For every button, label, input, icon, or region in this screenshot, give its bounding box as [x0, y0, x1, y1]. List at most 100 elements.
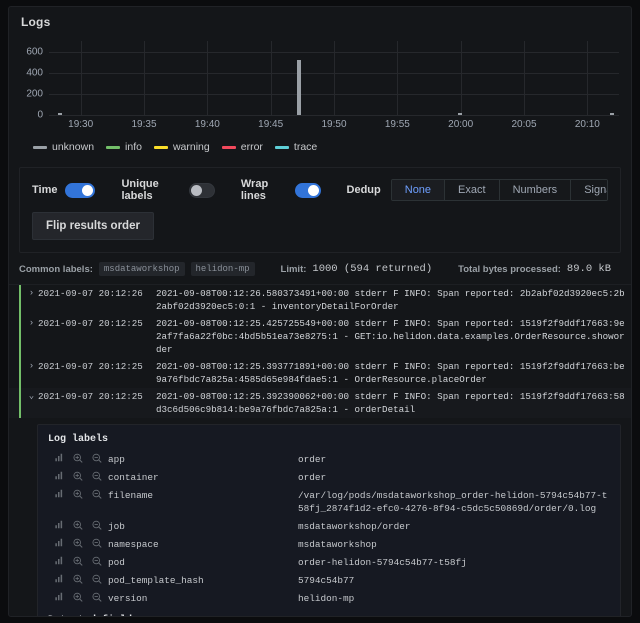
log-label-value: msdataworkshop	[298, 538, 610, 551]
stats-bar-icon[interactable]	[55, 520, 64, 529]
zoom-in-filter-for-icon[interactable]	[73, 471, 83, 481]
flip-results-order-button[interactable]: Flip results order	[32, 212, 154, 240]
zoom-in-filter-for-icon[interactable]	[73, 574, 83, 584]
log-row-message: 2021-09-08T00:12:25.393771891+00:00 stde…	[156, 360, 631, 386]
zoom-out-filter-out-icon[interactable]	[92, 556, 102, 566]
zoom-in-filter-for-icon[interactable]	[73, 556, 83, 566]
histogram-bar[interactable]	[297, 60, 301, 115]
wrap-lines-toggle[interactable]	[295, 183, 320, 198]
unique-labels-toggle-knob	[191, 185, 202, 196]
histogram-bar[interactable]	[458, 113, 462, 115]
log-label-row: filename/var/log/pods/msdataworkshop_ord…	[48, 486, 610, 517]
dedup-option-none[interactable]: None	[392, 180, 445, 200]
x-gridline	[81, 41, 82, 115]
log-label-key: namespace	[108, 538, 298, 551]
logs-panel: Logs 020040060019:3019:3519:4019:4519:50…	[8, 6, 632, 617]
log-row-expand-caret[interactable]: ⌄	[25, 390, 38, 416]
histogram-bar[interactable]	[610, 113, 614, 115]
stats-bar-icon[interactable]	[55, 471, 64, 480]
stats-bar-icon[interactable]	[55, 538, 64, 547]
option-dedup-label: Dedup	[347, 184, 381, 196]
legend-item-error[interactable]: error	[222, 141, 263, 153]
wrap-lines-toggle-knob	[308, 185, 319, 196]
zoom-out-filter-out-icon[interactable]	[92, 520, 102, 530]
zoom-in-filter-for-icon[interactable]	[73, 592, 83, 602]
x-gridline	[144, 41, 145, 115]
zoom-out-filter-out-icon[interactable]	[92, 489, 102, 499]
histogram-plot-area[interactable]: 020040060019:3019:3519:4019:4519:5019:55…	[49, 41, 619, 115]
common-labels-label: Common labels:	[19, 264, 93, 275]
log-label-key: pod_template_hash	[108, 574, 298, 587]
zoom-in-filter-for-icon[interactable]	[73, 520, 83, 530]
dedup-radio-group[interactable]: NoneExactNumbersSignature	[391, 179, 608, 201]
zoom-in-filter-for-icon[interactable]	[73, 489, 83, 499]
zoom-out-filter-out-icon[interactable]	[92, 453, 102, 463]
dedup-option-signature[interactable]: Signature	[571, 180, 608, 200]
log-label-value: order	[298, 453, 610, 466]
stats-bar-icon[interactable]	[55, 592, 64, 601]
log-row-expand-caret[interactable]: ›	[25, 360, 38, 386]
log-label-actions	[48, 592, 108, 602]
option-time[interactable]: Time	[32, 183, 95, 198]
histogram-legend: unknown info warning error trace	[9, 135, 631, 153]
logs-histogram[interactable]: 020040060019:3019:3519:4019:4519:5019:55…	[11, 35, 623, 135]
x-axis-tick-label: 19:35	[131, 119, 156, 130]
x-gridline	[271, 41, 272, 115]
y-axis-tick-label: 0	[37, 110, 43, 121]
y-gridline	[49, 115, 619, 116]
log-labels-list: appordercontainerorderfilename/var/log/p…	[48, 450, 610, 607]
log-label-value: order-helidon-5794c54b77-t58fj	[298, 556, 610, 569]
option-unique-labels[interactable]: Unique labels	[121, 178, 214, 202]
log-label-row: containerorder	[48, 468, 610, 486]
x-gridline	[334, 41, 335, 115]
option-wrap-lines[interactable]: Wrap lines	[241, 178, 321, 202]
option-dedup: Dedup	[347, 184, 381, 196]
legend-swatch-icon	[275, 146, 289, 149]
detected-fields-title: Detected fields	[48, 615, 610, 617]
legend-item-warning[interactable]: warning	[154, 141, 210, 153]
zoom-out-filter-out-icon[interactable]	[92, 574, 102, 584]
unique-labels-toggle[interactable]	[189, 183, 214, 198]
legend-item-trace[interactable]: trace	[275, 141, 317, 153]
zoom-out-filter-out-icon[interactable]	[92, 592, 102, 602]
stats-bar-icon[interactable]	[55, 489, 64, 498]
log-label-value: order	[298, 471, 610, 484]
log-row[interactable]: ›2021-09-07 20:12:252021-09-08T00:12:25.…	[9, 315, 631, 358]
x-gridline	[207, 41, 208, 115]
log-row-expand-caret[interactable]: ›	[25, 317, 38, 356]
time-toggle[interactable]	[65, 183, 95, 198]
x-axis-tick-label: 19:40	[195, 119, 220, 130]
zoom-in-filter-for-icon[interactable]	[73, 538, 83, 548]
log-row[interactable]: ⌄2021-09-07 20:12:252021-09-08T00:12:25.…	[9, 388, 631, 418]
stats-bar-icon[interactable]	[55, 574, 64, 583]
log-row[interactable]: ›2021-09-07 20:12:262021-09-08T00:12:26.…	[9, 285, 631, 315]
log-row-timestamp: 2021-09-07 20:12:25	[38, 390, 156, 416]
option-unique-labels-label: Unique labels	[121, 178, 181, 202]
dedup-option-numbers[interactable]: Numbers	[500, 180, 572, 200]
stats-bar-icon[interactable]	[55, 453, 64, 462]
dedup-option-exact[interactable]: Exact	[445, 180, 500, 200]
log-label-value: helidon-mp	[298, 592, 610, 605]
panel-title: Logs	[9, 7, 631, 29]
legend-item-label: trace	[294, 141, 317, 153]
legend-swatch-icon	[154, 146, 168, 149]
histogram-bar[interactable]	[58, 113, 62, 115]
x-gridline	[524, 41, 525, 115]
info-circle-icon[interactable]	[142, 616, 151, 617]
zoom-out-filter-out-icon[interactable]	[92, 471, 102, 481]
log-row-expand-caret[interactable]: ›	[25, 287, 38, 313]
legend-item-info[interactable]: info	[106, 141, 142, 153]
option-time-label: Time	[32, 184, 57, 196]
common-label-chip[interactable]: helidon-mp	[191, 262, 255, 276]
zoom-out-filter-out-icon[interactable]	[92, 538, 102, 548]
x-axis-tick-label: 20:10	[575, 119, 600, 130]
zoom-in-filter-for-icon[interactable]	[73, 453, 83, 463]
log-label-row: apporder	[48, 450, 610, 468]
log-label-key: app	[108, 453, 298, 466]
log-label-actions	[48, 453, 108, 463]
log-row[interactable]: ›2021-09-07 20:12:252021-09-08T00:12:25.…	[9, 358, 631, 388]
legend-item-label: warning	[173, 141, 210, 153]
legend-item-unknown[interactable]: unknown	[33, 141, 94, 153]
common-label-chip[interactable]: msdataworkshop	[99, 262, 185, 276]
stats-bar-icon[interactable]	[55, 556, 64, 565]
